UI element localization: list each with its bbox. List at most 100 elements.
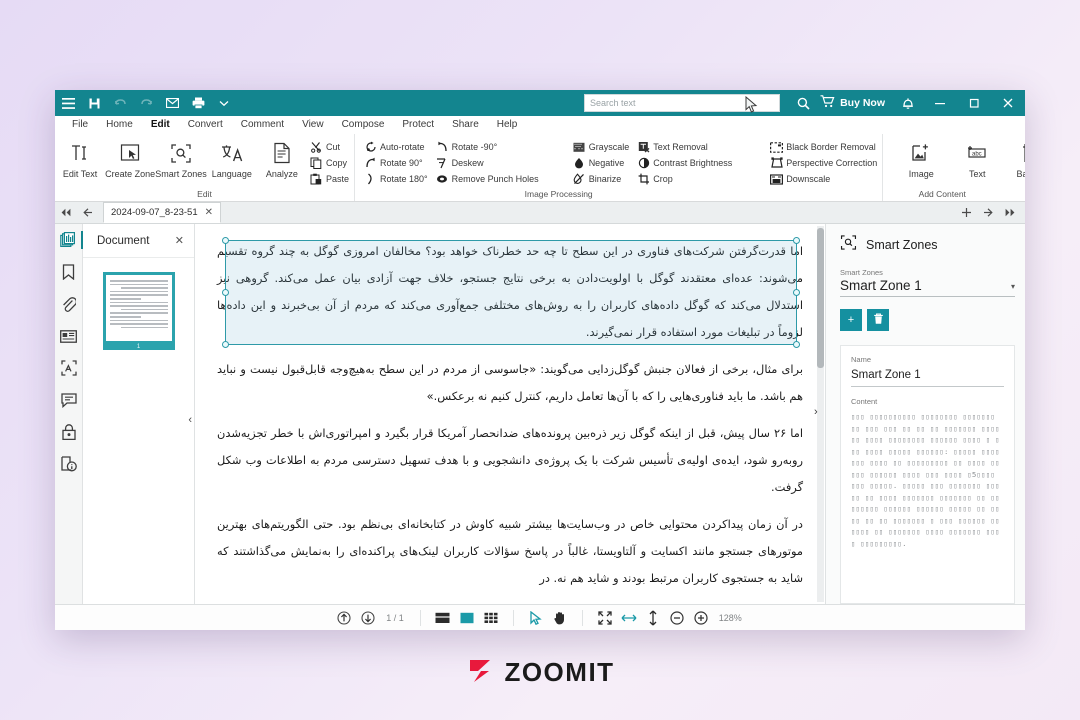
- chevron-down-icon[interactable]: [211, 90, 237, 116]
- search-input[interactable]: [585, 95, 779, 111]
- next-tab-button[interactable]: [977, 202, 999, 224]
- minimize-button[interactable]: [923, 90, 957, 116]
- text-removal-button[interactable]: Text Removal: [634, 139, 737, 155]
- edit-text-button[interactable]: Edit Text: [55, 137, 105, 187]
- fit-page-button[interactable]: [595, 609, 615, 627]
- create-zone-button[interactable]: Create Zone: [105, 137, 155, 187]
- zone-name-value: Smart Zone 1: [851, 369, 921, 381]
- grid-view-button[interactable]: [481, 609, 501, 627]
- fit-height-button[interactable]: [643, 609, 663, 627]
- perspective-correction-button[interactable]: Perspective Correction: [767, 155, 882, 171]
- select-tool-button[interactable]: [526, 609, 546, 627]
- menu-item-comment[interactable]: Comment: [232, 116, 293, 134]
- new-tab-button[interactable]: [955, 202, 977, 224]
- zoom-out-button[interactable]: [667, 609, 687, 627]
- menu-item-file[interactable]: File: [63, 116, 97, 134]
- redo-icon[interactable]: [133, 90, 159, 116]
- notifications-bell-icon[interactable]: [893, 90, 923, 116]
- single-page-view-button[interactable]: [433, 609, 453, 627]
- language-label: Language: [211, 169, 252, 179]
- auto-rotate-button[interactable]: Auto-rotate: [361, 139, 433, 155]
- remove-punch-holes-button[interactable]: Remove Punch Holes: [433, 171, 544, 187]
- deskew-button[interactable]: Deskew: [433, 155, 544, 171]
- copy-label: Copy: [325, 158, 347, 168]
- last-tab-button[interactable]: [999, 202, 1021, 224]
- add-text-icon: abc: [965, 140, 989, 166]
- sidebar-item-pages[interactable]: [58, 230, 83, 250]
- zoomit-logo-icon: [465, 655, 495, 690]
- sidebar-item-security[interactable]: [58, 422, 80, 442]
- menu-item-help[interactable]: Help: [488, 116, 527, 134]
- document-page[interactable]: اما قدرت‌گرفتن شرکت‌های فناوری در این سط…: [195, 224, 825, 604]
- close-thumbnail-panel-icon[interactable]: ✕: [175, 234, 184, 247]
- negative-button[interactable]: Negative: [570, 155, 635, 171]
- previous-page-button[interactable]: [334, 609, 354, 627]
- add-text-button[interactable]: abc Text: [949, 137, 1005, 179]
- binarize-button[interactable]: Binarize: [570, 171, 635, 187]
- search-icon[interactable]: [788, 90, 818, 116]
- sidebar-item-zones[interactable]: [58, 358, 80, 378]
- continuous-view-button[interactable]: [457, 609, 477, 627]
- rotate-180-button[interactable]: Rotate 180°: [361, 171, 433, 187]
- next-page-button[interactable]: [358, 609, 378, 627]
- rotate-minus-90-button[interactable]: Rotate -90°: [433, 139, 544, 155]
- zone-name-field[interactable]: Smart Zone 1: [851, 365, 1004, 387]
- previous-tab-button[interactable]: [77, 202, 99, 224]
- page-thumbnail-1[interactable]: 1: [102, 272, 175, 350]
- menu-item-home[interactable]: Home: [97, 116, 142, 134]
- menu-item-share[interactable]: Share: [443, 116, 488, 134]
- sidebar-item-comments[interactable]: [58, 390, 80, 410]
- close-button[interactable]: [991, 90, 1025, 116]
- rotate-90-button[interactable]: Rotate 90°: [361, 155, 433, 171]
- menu-icon[interactable]: [55, 90, 81, 116]
- save-icon[interactable]: [81, 90, 107, 116]
- copy-button[interactable]: Copy: [307, 155, 354, 171]
- menu-item-compose[interactable]: Compose: [333, 116, 394, 134]
- document-viewer[interactable]: اما قدرت‌گرفتن شرکت‌های فناوری در این سط…: [195, 224, 825, 604]
- black-border-removal-button[interactable]: Black Border Removal: [767, 139, 882, 155]
- smart-zones-button[interactable]: Smart Zones: [155, 137, 207, 187]
- downscale-button[interactable]: Downscale: [767, 171, 882, 187]
- analyze-button[interactable]: Analyze: [257, 137, 307, 187]
- sidebar-item-attachments[interactable]: [58, 294, 80, 314]
- grayscale-button[interactable]: Grayscale: [570, 139, 635, 155]
- pan-tool-button[interactable]: [550, 609, 570, 627]
- buy-now-button[interactable]: Buy Now: [818, 90, 893, 116]
- fit-width-button[interactable]: [619, 609, 639, 627]
- menu-item-view[interactable]: View: [293, 116, 333, 134]
- collapse-smart-zones-panel-button[interactable]: ›: [814, 406, 818, 418]
- zoom-in-button[interactable]: [691, 609, 711, 627]
- paste-button[interactable]: Paste: [307, 171, 354, 187]
- menu-item-protect[interactable]: Protect: [393, 116, 443, 134]
- first-tab-button[interactable]: [55, 202, 77, 224]
- add-smart-zone-button[interactable]: +: [840, 309, 862, 331]
- print-icon[interactable]: [185, 90, 211, 116]
- cut-button[interactable]: Cut: [307, 139, 354, 155]
- collapse-thumbnail-panel-button[interactable]: ‹: [188, 414, 192, 426]
- chevron-down-icon[interactable]: ▾: [1011, 282, 1015, 293]
- smart-zones-label: Smart Zones: [155, 169, 207, 179]
- crop-button[interactable]: Crop: [634, 171, 737, 187]
- sidebar-item-bookmarks[interactable]: [58, 262, 80, 282]
- search-box[interactable]: [584, 94, 780, 112]
- zone-content-value[interactable]: ▯▯▯ ▯▯▯▯▯▯▯▯▯▯ ▯▯▯▯▯▯▯▯ ▯▯▯▯▯▯▯ ▯▯ ▯▯▯ ▯…: [851, 411, 1004, 549]
- close-tab-icon[interactable]: ✕: [205, 207, 213, 218]
- add-image-button[interactable]: Image: [893, 137, 949, 179]
- undo-icon[interactable]: [107, 90, 133, 116]
- delete-smart-zone-button[interactable]: [867, 309, 889, 331]
- menu-item-edit[interactable]: Edit: [142, 116, 179, 134]
- maximize-button[interactable]: [957, 90, 991, 116]
- svg-text:abc: abc: [972, 151, 982, 157]
- zoom-group: 128%: [583, 610, 758, 626]
- email-icon[interactable]: [159, 90, 185, 116]
- smart-zone-dropdown[interactable]: Smart Zone 1 ▾: [840, 278, 1015, 297]
- viewer-scrollbar-thumb[interactable]: [817, 228, 824, 368]
- contrast-brightness-button[interactable]: Contrast Brightness: [634, 155, 737, 171]
- deskew-icon: [436, 157, 449, 170]
- barcode-button[interactable]: Barcode: [1005, 137, 1025, 179]
- sidebar-item-document-info[interactable]: [58, 454, 80, 474]
- sidebar-item-signature[interactable]: [58, 326, 80, 346]
- menu-item-convert[interactable]: Convert: [179, 116, 232, 134]
- language-button[interactable]: Language: [207, 137, 257, 187]
- document-tab[interactable]: 2024-09-07_8-23-51 ✕: [103, 202, 222, 223]
